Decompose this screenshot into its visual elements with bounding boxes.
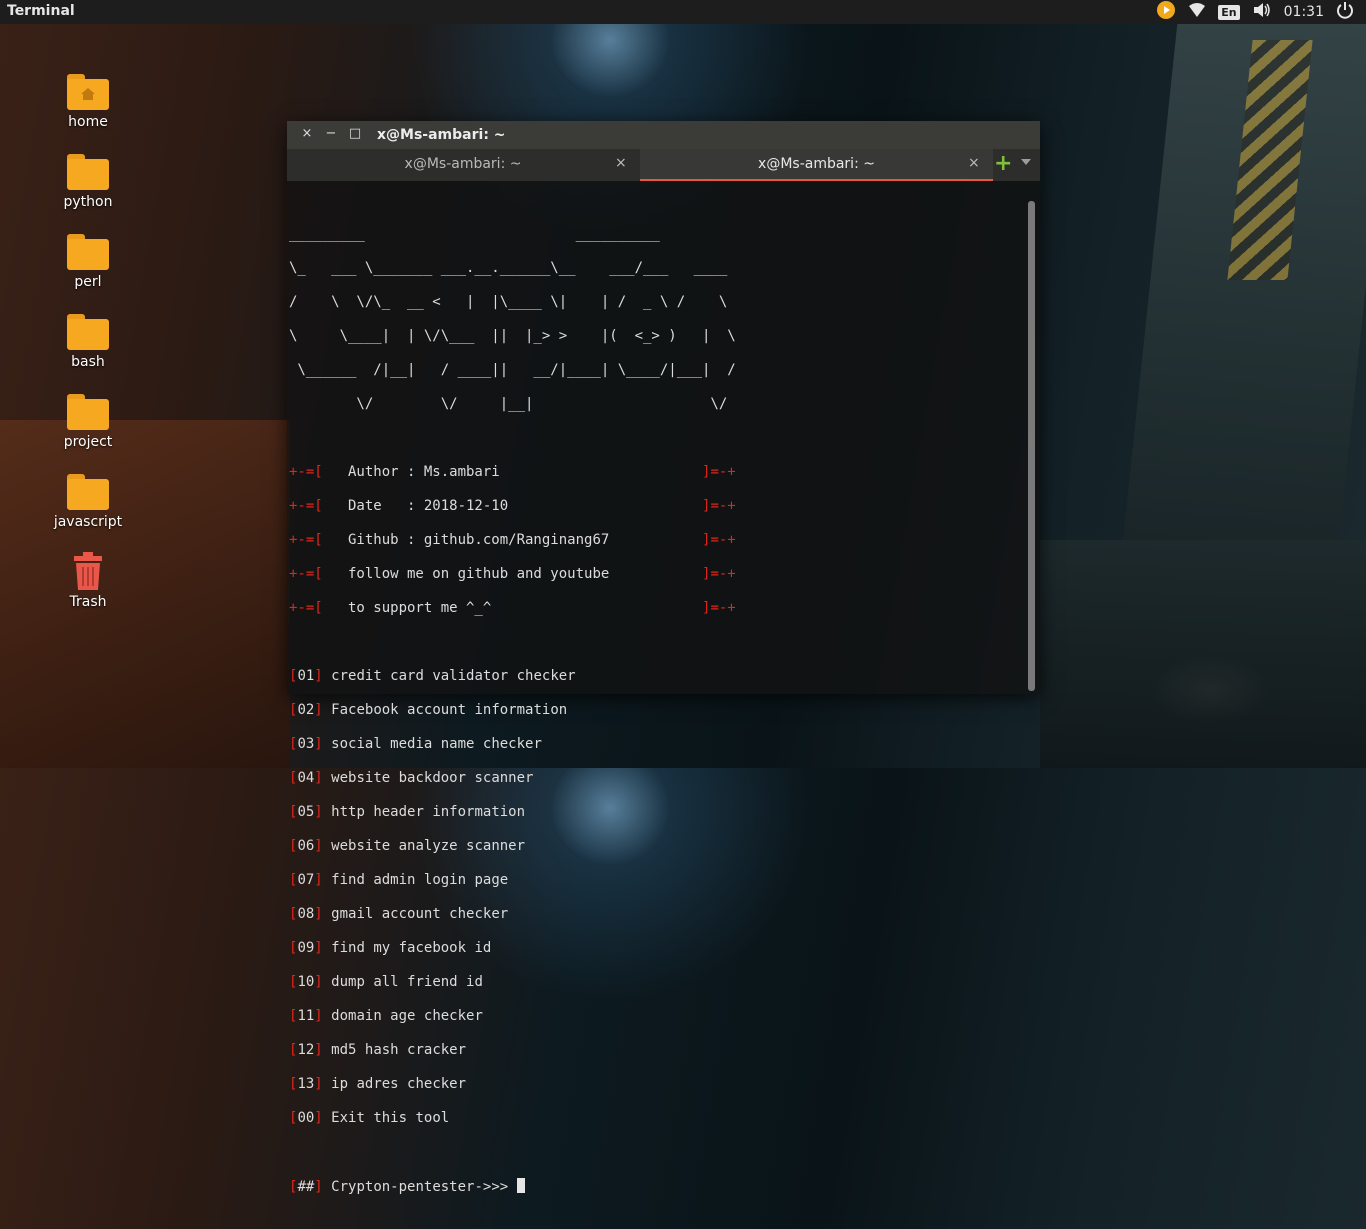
tab-close-button[interactable]: × [615, 155, 627, 171]
banner-line: _________ __________ [289, 226, 660, 242]
desktop-trash[interactable]: Trash [48, 552, 128, 610]
system-tray: En 01:31 [1156, 0, 1366, 24]
power-icon[interactable] [1336, 1, 1354, 23]
tab-terminal-1[interactable]: x@Ms-ambari: ~ × [287, 149, 639, 181]
desktop-folder-project[interactable]: project [48, 394, 128, 450]
keyboard-language-indicator[interactable]: En [1218, 4, 1240, 20]
desktop-folder-bash[interactable]: bash [48, 314, 128, 370]
window-title: x@Ms-ambari: ~ [377, 127, 506, 143]
banner-line: \ \____| | \/\___ || |_> > |( <_> ) | \ [289, 328, 736, 344]
minimize-window-button[interactable]: − [323, 126, 339, 142]
desktop-folder-home[interactable]: home [48, 74, 128, 130]
tab-bar: x@Ms-ambari: ~ × x@Ms-ambari: ~ × + [287, 149, 1040, 181]
folder-icon [67, 394, 109, 430]
menu-item: [05] http header information [289, 804, 526, 820]
menu-item: [10] dump all friend id [289, 974, 483, 990]
volume-icon[interactable] [1252, 2, 1272, 22]
desktop-folder-javascript[interactable]: javascript [48, 474, 128, 530]
tab-label: x@Ms-ambari: ~ [404, 156, 522, 172]
desktop-icon-label: project [63, 434, 113, 450]
menu-item: [02] Facebook account information [289, 702, 568, 718]
menu-item: [00] Exit this tool [289, 1110, 450, 1126]
tab-close-button[interactable]: × [968, 155, 980, 171]
new-tab-button[interactable]: + [994, 153, 1012, 175]
wifi-icon[interactable] [1188, 2, 1206, 22]
desktop-icon-label: bash [71, 354, 105, 370]
wallpaper-beam [1122, 24, 1366, 544]
menu-item: [06] website analyze scanner [289, 838, 526, 854]
desktop-icon-label: Trash [69, 594, 107, 610]
desktop-icon-label: home [68, 114, 108, 130]
banner-line: / \ \/\_ __ < | |\____ \| | / _ \ / \ [289, 294, 728, 310]
folder-icon [67, 74, 109, 110]
window-titlebar[interactable]: × − □ x@Ms-ambari: ~ [287, 121, 1040, 149]
banner-line: \______ /|__| / ____|| __/|____| \____/|… [289, 362, 736, 378]
menu-item: [09] find my facebook id [289, 940, 492, 956]
menu-item: [01] credit card validator checker [289, 668, 576, 684]
close-window-button[interactable]: × [299, 126, 315, 142]
desktop-icon-label: python [63, 194, 113, 210]
menu-item: [11] domain age checker [289, 1008, 483, 1024]
desktop-icon-label: javascript [53, 514, 123, 530]
terminal-window: × − □ x@Ms-ambari: ~ x@Ms-ambari: ~ × x@… [287, 121, 1040, 1195]
top-panel: Terminal En 01:31 [0, 0, 1366, 24]
maximize-window-button[interactable]: □ [347, 126, 363, 142]
wallpaper-building [1040, 540, 1366, 768]
wallpaper-roof [0, 420, 290, 768]
command-prompt[interactable]: [##] Crypton-pentester->>> [289, 1178, 1024, 1195]
menu-item: [03] social media name checker [289, 736, 542, 752]
scrollbar-thumb[interactable] [1028, 201, 1035, 691]
info-line: +-=[ Github : github.com/Ranginang67 ]=-… [289, 532, 736, 548]
tab-terminal-2[interactable]: x@Ms-ambari: ~ × [640, 149, 993, 181]
banner-line: \/ \/ |__| \/ [289, 396, 728, 412]
info-line: +-=[ to support me ^_^ ]=-+ [289, 600, 736, 616]
trash-icon [72, 552, 104, 590]
banner-line: \_ ___ \_______ ___.__.______\__ ___/___… [289, 260, 728, 276]
folder-icon [67, 314, 109, 350]
media-player-icon[interactable] [1156, 0, 1176, 24]
menu-item: [04] website backdoor scanner [289, 770, 534, 786]
info-line: +-=[ Date : 2018-12-10 ]=-+ [289, 498, 736, 514]
info-line: +-=[ Author : Ms.ambari ]=-+ [289, 464, 736, 480]
desktop-icon-label: perl [74, 274, 102, 290]
menu-item: [07] find admin login page [289, 872, 509, 888]
scrollbar[interactable] [1028, 185, 1035, 692]
tab-menu-dropdown-icon[interactable] [1021, 159, 1031, 165]
info-line: +-=[ follow me on github and youtube ]=-… [289, 566, 736, 582]
desktop-folder-python[interactable]: python [48, 154, 128, 210]
folder-icon [67, 234, 109, 270]
desktop-folder-perl[interactable]: perl [48, 234, 128, 290]
menu-item: [08] gmail account checker [289, 906, 509, 922]
terminal-output[interactable]: _________ __________ \_ ___ \_______ ___… [289, 209, 1024, 1195]
folder-icon [67, 474, 109, 510]
active-app-name[interactable]: Terminal [7, 3, 75, 19]
clock[interactable]: 01:31 [1284, 4, 1324, 20]
tab-label: x@Ms-ambari: ~ [758, 156, 875, 172]
text-cursor [516, 1178, 525, 1193]
menu-item: [13] ip adres checker [289, 1076, 467, 1092]
menu-item: [12] md5 hash cracker [289, 1042, 467, 1058]
folder-icon [67, 154, 109, 190]
